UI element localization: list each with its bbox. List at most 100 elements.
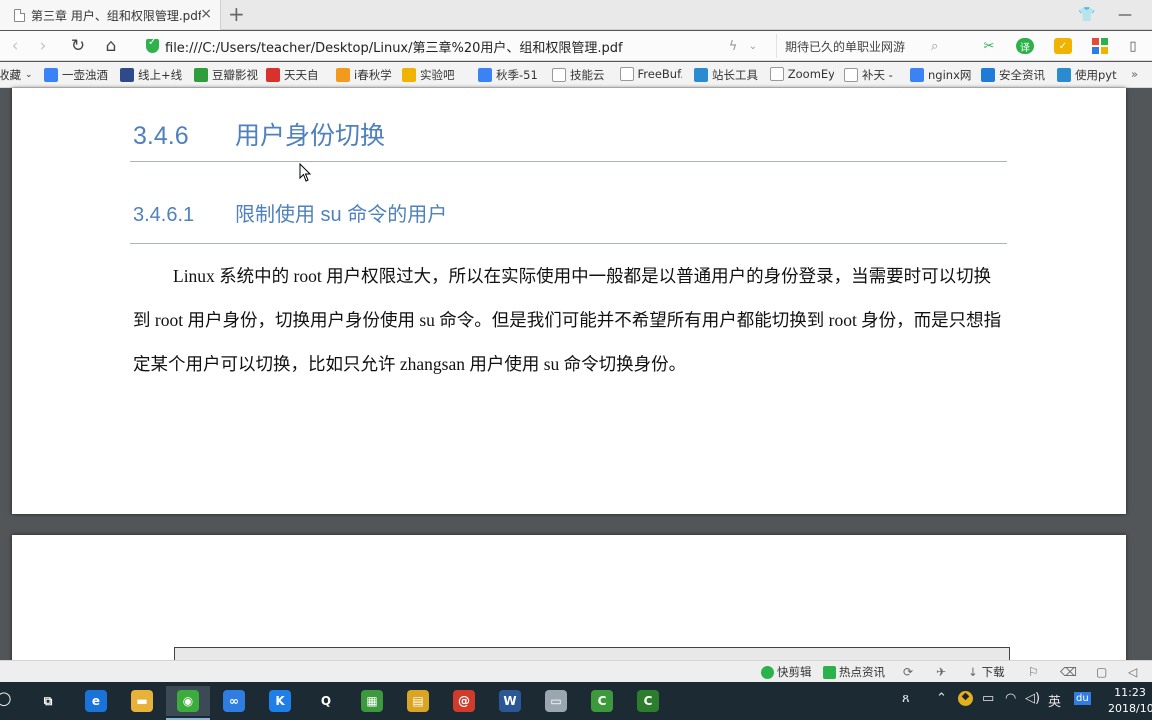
bookmark-item[interactable]: 天天自 (266, 67, 322, 83)
taskbar-app-remote-desktop[interactable]: ▭ (534, 686, 578, 716)
mobile-icon[interactable]: ▯ (1124, 38, 1142, 54)
search-input[interactable]: 期待已久的单职业网游 ⌕ (776, 34, 956, 58)
excel-tool-icon: ▦ (361, 690, 383, 712)
snail-app-icon: @ (453, 690, 475, 712)
tab-bar: 第三章 用户、组和权限管理.pdf × + 👕 — (0, 0, 1152, 30)
status-item[interactable]: 热点资讯 (823, 664, 885, 680)
erase-icon[interactable]: ⌫ (1060, 665, 1077, 679)
bookmark-icon (770, 67, 784, 81)
bookmark-item[interactable]: FreeBuf. (620, 67, 682, 81)
chevron-down-icon[interactable]: ⌄ (744, 38, 762, 54)
bookmark-item[interactable]: 收藏 ⌄ (0, 67, 33, 83)
battery-icon[interactable]: ▭ (982, 691, 994, 706)
bookmark-item[interactable]: 技能云 (552, 67, 608, 83)
tray-app-icon[interactable]: ◆ (958, 691, 973, 706)
taskbar-app-camtasia-recorder[interactable]: C (626, 686, 670, 716)
bookmark-item[interactable]: 实验吧 (402, 67, 464, 83)
back-icon[interactable]: ‹ (4, 35, 26, 57)
taskbar-app-excel-tool[interactable]: ▦ (350, 686, 394, 716)
apps-grid-icon[interactable] (1091, 38, 1109, 54)
status-item[interactable]: 快剪辑 (761, 664, 812, 680)
qq-icon: Q (315, 690, 337, 712)
bookmark-item[interactable]: i春秋学 (336, 67, 394, 83)
subheading-divider (130, 243, 1007, 244)
scissors-icon[interactable]: ✂ (980, 38, 998, 54)
extension-icon[interactable]: 译 (1016, 38, 1034, 54)
bookmark-icon (910, 68, 924, 82)
bookmark-icon (694, 68, 708, 82)
camtasia-green-icon: C (591, 690, 613, 712)
bookmark-item[interactable]: 线上+线 (120, 67, 186, 83)
browser-tab[interactable]: 第三章 用户、组和权限管理.pdf × (0, 0, 221, 30)
body-paragraph: Linux 系统中的 root 用户权限过大，所以在实际使用中一般都是以普通用户… (133, 266, 1002, 374)
search-circle-icon[interactable]: ○ (0, 688, 12, 709)
speaker-icon[interactable]: ◁) (1025, 691, 1040, 706)
section-title: 用户身份切换 (235, 122, 386, 150)
bookmark-icon (552, 68, 566, 82)
bookmark-item[interactable]: nginx网 (910, 67, 972, 83)
url-text: file:///C:/Users/teacher/Desktop/Linux/第… (165, 40, 623, 56)
ime-indicator[interactable]: 英 (1048, 691, 1061, 710)
chevron-up-icon[interactable]: ⌃ (936, 691, 947, 706)
window-icon[interactable]: ▢ (1096, 665, 1107, 679)
taskbar-app-360-browser[interactable]: ◉ (166, 686, 210, 720)
taskbar-app-kugou[interactable]: K (258, 686, 302, 716)
navigation-bar: ‹ › ↻ ⌂ file:///C:/Users/teacher/Desktop… (0, 31, 1152, 61)
skin-icon[interactable]: 👕 (1070, 0, 1104, 30)
download-button[interactable]: ↓ 下载 (968, 664, 1005, 680)
bookmark-icon (620, 67, 634, 81)
pdf-page (12, 535, 1126, 667)
bookmark-icon (478, 68, 492, 82)
flag-icon[interactable]: ⚐ (1028, 665, 1039, 679)
bookmark-icon (44, 68, 58, 82)
bookmark-item[interactable]: 使用pyt (1057, 67, 1119, 83)
subsection-title: 限制使用 su 命令的用户 (235, 204, 448, 226)
bookmark-item[interactable]: ZoomEy (770, 67, 834, 81)
bookmark-item[interactable]: 一壶浊酒 (44, 67, 110, 83)
bookmark-item[interactable]: 秋季-51 (478, 67, 542, 83)
wifi-icon[interactable]: ◠ (1005, 691, 1016, 706)
security-shield-icon (146, 37, 159, 53)
new-tab-button[interactable]: + (228, 3, 245, 25)
home-icon[interactable]: ⌂ (100, 35, 122, 57)
refresh-status-icon[interactable]: ⟳ (903, 665, 913, 679)
news-icon (823, 665, 836, 679)
taskbar-app-word[interactable]: W (488, 686, 532, 716)
bookmark-icon (336, 68, 350, 82)
address-bar[interactable]: file:///C:/Users/teacher/Desktop/Linux/第… (140, 34, 768, 58)
mouse-cursor-icon (299, 163, 312, 182)
minimize-button[interactable]: — (1108, 0, 1142, 30)
forward-icon[interactable]: › (32, 35, 54, 57)
search-text: 期待已久的单职业网游 (785, 39, 906, 54)
search-icon[interactable]: ⌕ (931, 39, 938, 54)
taskbar-app-camtasia-green[interactable]: C (580, 686, 624, 716)
taskbar-app-file-explorer[interactable]: ▬ (120, 686, 164, 716)
section-number: 3.4.6 (133, 122, 189, 150)
taskbar-app-notepad[interactable]: ▤ (396, 686, 440, 716)
bookmark-item[interactable]: 豆瓣影视 (194, 67, 260, 83)
bookmark-icon (844, 68, 858, 82)
clock-date: 2018/10/ (1108, 702, 1152, 715)
tab-close-icon[interactable]: × (200, 7, 212, 21)
quick-edit-icon (761, 665, 774, 679)
bookmark-icon (266, 68, 280, 82)
shield-extension-icon[interactable]: ✓ (1054, 38, 1072, 54)
people-icon[interactable]: ጸ (902, 691, 910, 706)
baidu-icon[interactable]: du (1074, 692, 1091, 705)
word-icon: W (499, 690, 521, 712)
remote-desktop-icon: ▭ (545, 690, 567, 712)
volume-icon[interactable]: ◁ (1128, 665, 1137, 679)
taskbar-app-baidu-netdisk[interactable]: ∞ (212, 686, 256, 716)
taskbar-app-qq[interactable]: Q (304, 686, 348, 716)
pin-icon[interactable]: ✈ (936, 665, 946, 679)
system-clock[interactable]: 11:23 2018/10/ (1108, 685, 1152, 717)
bookmark-item[interactable]: 补天 - (844, 67, 900, 83)
taskbar-app-edge[interactable]: e (74, 686, 118, 716)
bookmark-item[interactable]: 站长工具 (694, 67, 760, 83)
bookmark-item[interactable]: 安全资讯 (981, 67, 1049, 83)
lightning-icon[interactable]: ϟ (724, 38, 742, 54)
taskbar-app-snail-app[interactable]: @ (442, 686, 486, 716)
more-bookmarks-icon[interactable]: » (1131, 67, 1138, 81)
taskbar-app-task-view[interactable]: ⧉ (26, 686, 70, 716)
reload-icon[interactable]: ↻ (67, 35, 89, 57)
